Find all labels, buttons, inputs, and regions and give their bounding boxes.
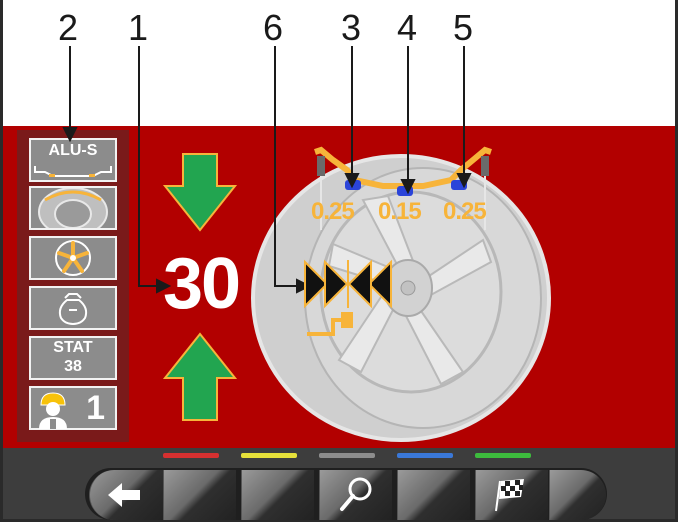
softkey-3-button[interactable]	[241, 470, 314, 520]
arrow-up-icon	[162, 332, 238, 421]
balancer-screen: 2 1 6 3 4 5 ALU-S STAT 38 1 30 0.25 0.15…	[0, 0, 678, 522]
rim-flange-left	[317, 156, 325, 176]
measurement-plane-3: 0.25	[443, 198, 487, 225]
softkey-indicator-gray	[319, 453, 375, 458]
softkey-indicator-yellow	[241, 453, 297, 458]
wheel-diagram	[62, 46, 551, 442]
softkey-5-button[interactable]	[397, 470, 470, 520]
softkey-indicator-red	[163, 453, 219, 458]
measurement-plane-2: 0.15	[378, 198, 422, 225]
finish-button[interactable]	[475, 470, 548, 520]
back-arrow-icon	[108, 483, 140, 507]
hub-center	[400, 280, 416, 296]
rim-flange-right	[481, 156, 489, 176]
arrow-down-icon	[162, 153, 238, 232]
position-value: 30	[163, 244, 241, 324]
back-button[interactable]	[89, 470, 164, 520]
softkey-indicator-green	[475, 453, 531, 458]
measurement-plane-1: 0.25	[311, 198, 355, 225]
checkered-flag-icon	[495, 479, 524, 512]
magnifier-icon	[340, 477, 372, 511]
softkey-2-button[interactable]	[163, 470, 236, 520]
softkey-7-button[interactable]	[549, 470, 606, 520]
search-button[interactable]	[319, 470, 392, 520]
softkey-indicator-blue	[397, 453, 453, 458]
